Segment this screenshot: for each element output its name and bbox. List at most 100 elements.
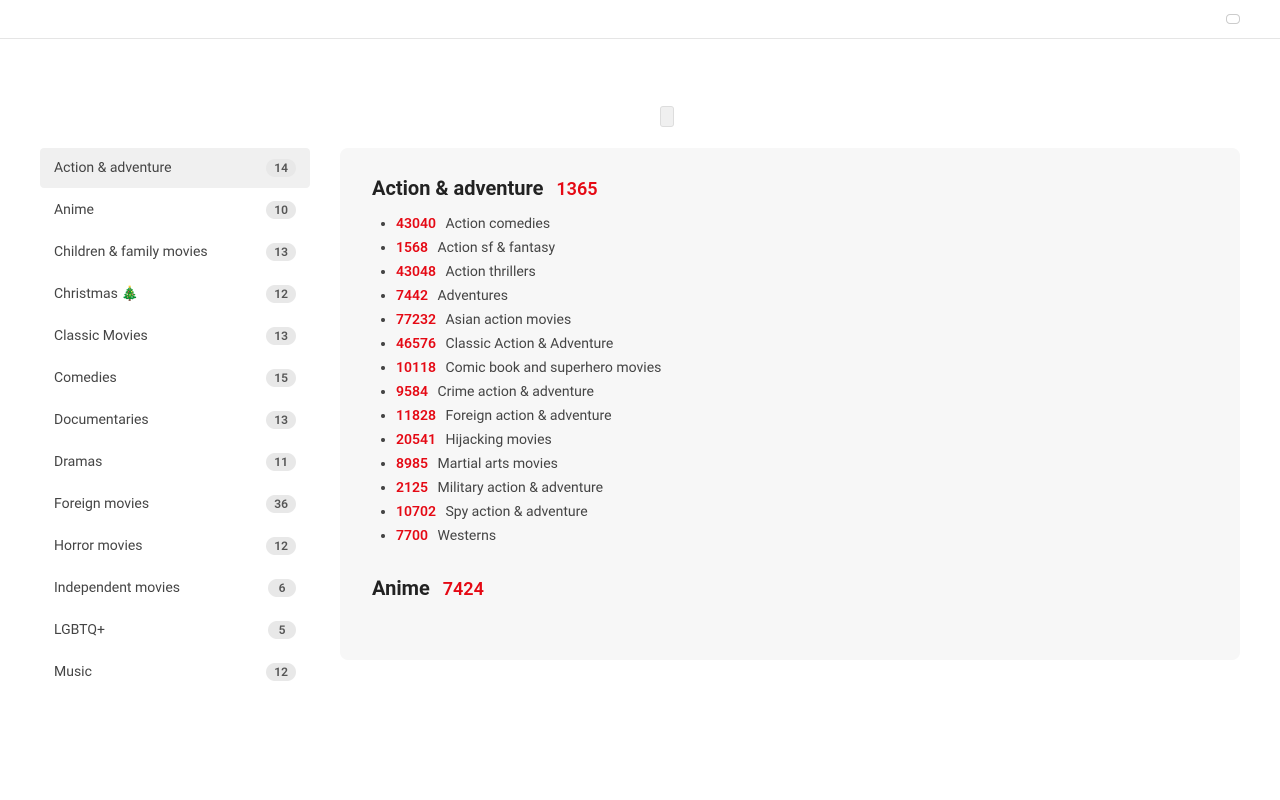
language-button[interactable] [1226, 14, 1240, 24]
sidebar-count: 14 [266, 159, 296, 177]
sub-label: Adventures [437, 288, 507, 304]
sidebar-item-independent-movies[interactable]: Independent movies 6 [40, 568, 310, 608]
list-item: 77232 Asian action movies [396, 312, 1208, 328]
list-item: 7442 Adventures [396, 288, 1208, 304]
list-item: 11828 Foreign action & adventure [396, 408, 1208, 424]
sub-label: Action thrillers [445, 264, 535, 280]
category-title: Anime 7424 [372, 576, 1208, 600]
sub-code-link[interactable]: 8985 [396, 456, 428, 472]
category-list: 43040 Action comedies 1568 Action sf & f… [372, 216, 1208, 544]
sidebar-label: Comedies [54, 370, 117, 386]
sidebar-count: 36 [266, 495, 296, 513]
category-title: Action & adventure 1365 [372, 176, 1208, 200]
sidebar-item-action---adventure[interactable]: Action & adventure 14 [40, 148, 310, 188]
sub-label: Comic book and superhero movies [445, 360, 661, 376]
sidebar-count: 11 [266, 453, 296, 471]
list-item: 1568 Action sf & fantasy [396, 240, 1208, 256]
sub-code-link[interactable]: 77232 [396, 312, 436, 328]
list-item: 2125 Military action & adventure [396, 480, 1208, 496]
sidebar-label: Children & family movies [54, 244, 208, 260]
header [0, 0, 1280, 39]
sidebar-item-documentaries[interactable]: Documentaries 13 [40, 400, 310, 440]
info-section [0, 39, 1280, 148]
sidebar-item-anime[interactable]: Anime 10 [40, 190, 310, 230]
sidebar-count: 12 [266, 537, 296, 555]
sub-label: Foreign action & adventure [445, 408, 611, 424]
sub-code-link[interactable]: 2125 [396, 480, 428, 496]
sidebar-label: Anime [54, 202, 94, 218]
sidebar-count: 13 [266, 243, 296, 261]
sub-label: Crime action & adventure [437, 384, 593, 400]
how-block [660, 69, 1240, 128]
sub-label: Action sf & fantasy [437, 240, 555, 256]
sub-label: Classic Action & Adventure [445, 336, 613, 352]
inline-url [660, 106, 674, 127]
sub-code-link[interactable]: 7442 [396, 288, 428, 304]
sidebar-count: 12 [266, 663, 296, 681]
sub-label: Spy action & adventure [445, 504, 587, 520]
sidebar-item-children---family-movies[interactable]: Children & family movies 13 [40, 232, 310, 272]
sidebar-count: 12 [266, 285, 296, 303]
sidebar-item-dramas[interactable]: Dramas 11 [40, 442, 310, 482]
sidebar-label: Classic Movies [54, 328, 148, 344]
sidebar-item-music[interactable]: Music 12 [40, 652, 310, 692]
how-text [660, 83, 1240, 128]
sidebar-count: 13 [266, 411, 296, 429]
list-item: 10702 Spy action & adventure [396, 504, 1208, 520]
sidebar-item-comedies[interactable]: Comedies 15 [40, 358, 310, 398]
sub-code-link[interactable]: 11828 [396, 408, 436, 424]
sidebar-item-foreign-movies[interactable]: Foreign movies 36 [40, 484, 310, 524]
sidebar-label: Action & adventure [54, 160, 172, 176]
sidebar-label: LGBTQ+ [54, 622, 105, 638]
sidebar-label: Documentaries [54, 412, 149, 428]
sidebar-item-lgbtq-[interactable]: LGBTQ+ 5 [40, 610, 310, 650]
sub-code-link[interactable]: 10702 [396, 504, 436, 520]
sidebar-label: Christmas 🎄 [54, 286, 139, 302]
sub-code-link[interactable]: 1568 [396, 240, 428, 256]
sub-label: Action comedies [445, 216, 550, 232]
sub-code-link[interactable]: 20541 [396, 432, 436, 448]
sidebar-item-classic-movies[interactable]: Classic Movies 13 [40, 316, 310, 356]
sub-label: Hijacking movies [445, 432, 551, 448]
why-block [40, 69, 620, 128]
sidebar-label: Dramas [54, 454, 102, 470]
sidebar-count: 13 [266, 327, 296, 345]
sidebar-count: 10 [266, 201, 296, 219]
category-name: Anime [372, 576, 430, 600]
list-item: 7700 Westerns [396, 528, 1208, 544]
list-item: 8985 Martial arts movies [396, 456, 1208, 472]
list-item: 43040 Action comedies [396, 216, 1208, 232]
sidebar-count: 5 [268, 621, 296, 639]
sub-label: Asian action movies [445, 312, 571, 328]
sub-code-link[interactable]: 46576 [396, 336, 436, 352]
sidebar-count: 6 [268, 579, 296, 597]
list-item: 9584 Crime action & adventure [396, 384, 1208, 400]
sidebar-label: Independent movies [54, 580, 180, 596]
category-code-link[interactable]: 1365 [556, 179, 597, 200]
category-code-link[interactable]: 7424 [443, 579, 484, 600]
sidebar-item-christmas---[interactable]: Christmas 🎄 12 [40, 274, 310, 314]
category-name: Action & adventure [372, 176, 543, 200]
sidebar-label: Horror movies [54, 538, 143, 554]
sub-code-link[interactable]: 10118 [396, 360, 436, 376]
sub-label: Military action & adventure [437, 480, 603, 496]
category-section: Action & adventure 1365 43040 Action com… [372, 176, 1208, 544]
sidebar-label: Foreign movies [54, 496, 149, 512]
sub-code-link[interactable]: 9584 [396, 384, 428, 400]
list-item: 20541 Hijacking movies [396, 432, 1208, 448]
category-section: Anime 7424 [372, 576, 1208, 600]
list-item: 46576 Classic Action & Adventure [396, 336, 1208, 352]
sidebar-item-horror-movies[interactable]: Horror movies 12 [40, 526, 310, 566]
content-panel: Action & adventure 1365 43040 Action com… [340, 148, 1240, 660]
sidebar: Action & adventure 14 Anime 10 Children … [40, 148, 310, 694]
sub-label: Westerns [437, 528, 496, 544]
sub-code-link[interactable]: 43040 [396, 216, 436, 232]
sub-code-link[interactable]: 7700 [396, 528, 428, 544]
sub-code-link[interactable]: 43048 [396, 264, 436, 280]
sub-label: Martial arts movies [437, 456, 557, 472]
sidebar-count: 15 [266, 369, 296, 387]
list-item: 43048 Action thrillers [396, 264, 1208, 280]
sidebar-label: Music [54, 664, 92, 680]
main-content: Action & adventure 14 Anime 10 Children … [0, 148, 1280, 734]
list-item: 10118 Comic book and superhero movies [396, 360, 1208, 376]
